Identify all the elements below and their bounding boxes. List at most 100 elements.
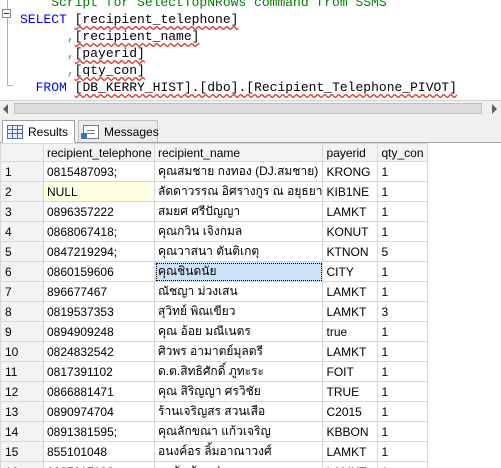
cell-payerid[interactable]: LAMKT [322, 441, 379, 462]
cell-recipient-name[interactable]: คุณวาสนา ตันติเกตุ [153, 241, 324, 262]
row-number[interactable]: 4 [0, 221, 44, 242]
cell-recipient-name[interactable]: คุณ อ้อย มณีเนตร [153, 321, 324, 342]
cell-payerid[interactable]: C2015 [322, 401, 379, 422]
cell-qty-con[interactable]: 1 [377, 261, 429, 282]
collapse-toggle-icon[interactable] [2, 9, 11, 18]
table-row[interactable]: 4 0868067418; คุณกวิน เจิงกมล KONUT 1 [0, 221, 429, 242]
row-number[interactable]: 14 [0, 421, 44, 442]
cell-recipient-name[interactable]: คุณชินดนัย [153, 261, 324, 282]
cell-payerid[interactable]: LAMKT [322, 201, 379, 222]
cell-recipient-telephone[interactable]: 0866881471 [43, 381, 155, 402]
row-number[interactable]: 1 [0, 161, 44, 182]
cell-recipient-telephone[interactable]: 0891381595; [43, 421, 155, 442]
cell-payerid[interactable]: CITY [322, 261, 379, 282]
cell-recipient-telephone[interactable]: 0817391102 [43, 361, 155, 382]
cell-recipient-name[interactable]: คุณ สิริญญา ศรวิชัย [153, 381, 324, 402]
cell-recipient-telephone[interactable]: 0896357222 [43, 201, 155, 222]
cell-recipient-name[interactable]: อรทัย รัตนปารุง [153, 461, 324, 468]
cell-recipient-name[interactable]: ร้านเจริญสร สวนเสือ [153, 401, 324, 422]
cell-qty-con[interactable]: 3 [377, 301, 429, 322]
scrollbar-thumb[interactable] [14, 103, 482, 114]
grid-corner[interactable] [0, 143, 44, 162]
cell-qty-con[interactable]: 1 [377, 461, 429, 468]
scroll-right-arrow-icon[interactable] [492, 104, 497, 114]
row-number[interactable]: 15 [0, 441, 44, 462]
cell-payerid[interactable]: KIB1NE [322, 181, 379, 202]
cell-recipient-name[interactable]: คุณกวิน เจิงกมล [153, 221, 324, 242]
cell-payerid[interactable]: LAMKT [322, 341, 379, 362]
cell-recipient-name[interactable]: ด.ต.สิทธิศักดิ์ ภูทะระ [153, 361, 324, 382]
table-row[interactable]: 15 855101048 อนงค์อร ลิ้มอาณาวงศ์ LAMKT 1 [0, 441, 429, 462]
cell-recipient-name[interactable]: ลัดดาวรรณ อิศรางกูร ณ อยุธยา [153, 181, 324, 202]
cell-recipient-telephone[interactable]: 0847219294; [43, 241, 155, 262]
cell-recipient-telephone[interactable]: 0868067418; [43, 221, 155, 242]
tab-results[interactable]: Results [2, 120, 75, 143]
table-row[interactable]: 2 NULL ลัดดาวรรณ อิศรางกูร ณ อยุธยา KIB1NE 1 [0, 181, 429, 202]
cell-recipient-telephone[interactable]: 0890974704 [43, 401, 155, 422]
results-grid[interactable]: recipient_telephone recipient_name payer… [0, 143, 429, 468]
row-number[interactable]: 11 [0, 361, 44, 382]
column-header-payerid[interactable]: payerid [322, 143, 379, 162]
row-number[interactable]: 13 [0, 401, 44, 422]
cell-payerid[interactable]: KTNON [322, 241, 379, 262]
row-number[interactable]: 7 [0, 281, 44, 302]
cell-recipient-telephone[interactable]: NULL [43, 181, 155, 202]
cell-qty-con[interactable]: 1 [377, 441, 429, 462]
row-number[interactable]: 8 [0, 301, 44, 322]
row-number[interactable]: 3 [0, 201, 44, 222]
column-header-qty-con[interactable]: qty_con [377, 143, 429, 162]
sql-code[interactable]: Script for SelectTopNRows command from S… [20, 0, 457, 96]
cell-payerid[interactable]: LAMKT [322, 281, 379, 302]
table-row[interactable]: 160837917198อรทัย รัตนปารุงLAMKT1 [0, 461, 429, 468]
row-number[interactable]: 6 [0, 261, 44, 282]
cell-qty-con[interactable]: 1 [377, 221, 429, 242]
row-number[interactable]: 9 [0, 321, 44, 342]
scroll-left-arrow-icon[interactable] [3, 104, 8, 114]
cell-payerid[interactable]: KRONG [322, 161, 379, 182]
cell-qty-con[interactable]: 5 [377, 241, 429, 262]
table-row[interactable]: 7 896677467 ณัชญา ม่วงเสน LAMKT 1 [0, 281, 429, 302]
cell-recipient-name[interactable]: ณัชญา ม่วงเสน [153, 281, 324, 302]
cell-qty-con[interactable]: 1 [377, 281, 429, 302]
table-row[interactable]: 3 0896357222 สมยศ ศรีปัญญา LAMKT 1 [0, 201, 429, 222]
cell-payerid[interactable]: KBBON [322, 421, 379, 442]
cell-recipient-name[interactable]: ศิวพร อามาตย์มุลตรี [153, 341, 324, 362]
cell-recipient-telephone[interactable]: 0860159606 [43, 261, 155, 282]
table-row[interactable]: 11 0817391102 ด.ต.สิทธิศักดิ์ ภูทะระ FOIT 1 [0, 361, 429, 382]
cell-qty-con[interactable]: 1 [377, 381, 429, 402]
cell-payerid[interactable]: FOIT [322, 361, 379, 382]
cell-recipient-name[interactable]: สุวิทย์ พิณเขียว [153, 301, 324, 322]
cell-qty-con[interactable]: 1 [377, 321, 429, 342]
cell-qty-con[interactable]: 1 [377, 181, 429, 202]
row-number[interactable]: 5 [0, 241, 44, 262]
table-row[interactable]: 12 0866881471 คุณ สิริญญา ศรวิชัย TRUE 1 [0, 381, 429, 402]
table-row[interactable]: 9 0894909248 คุณ อ้อย มณีเนตร true 1 [0, 321, 429, 342]
cell-payerid[interactable]: LAMKT [322, 461, 379, 468]
cell-recipient-name[interactable]: คุณสมชาย กงทอง (DJ.สมชาย) [153, 161, 324, 182]
cell-recipient-telephone[interactable]: 0819537353 [43, 301, 155, 322]
table-row[interactable]: 1 0815487093; คุณสมชาย กงทอง (DJ.สมชาย) KRO… [0, 161, 429, 182]
row-number[interactable]: 10 [0, 341, 44, 362]
cell-payerid[interactable]: true [322, 321, 379, 342]
results-grid-panel[interactable]: recipient_telephone recipient_name payer… [0, 143, 501, 468]
cell-recipient-name[interactable]: อนงค์อร ลิ้มอาณาวงศ์ [153, 441, 324, 462]
cell-recipient-telephone[interactable]: 896677467 [43, 281, 155, 302]
column-header-recipient-telephone[interactable]: recipient_telephone [43, 143, 155, 162]
table-row[interactable]: 6 0860159606 คุณชินดนัย CITY 1 [0, 261, 429, 282]
cell-qty-con[interactable]: 1 [377, 421, 429, 442]
tab-messages[interactable]: Messages [78, 120, 159, 142]
cell-payerid[interactable]: TRUE [322, 381, 379, 402]
cell-qty-con[interactable]: 1 [377, 341, 429, 362]
editor-horizontal-scrollbar[interactable] [0, 100, 501, 117]
table-row[interactable]: 5 0847219294; คุณวาสนา ตันติเกตุ KTNON 5 [0, 241, 429, 262]
table-row[interactable]: 13 0890974704 ร้านเจริญสร สวนเสือ C2015 1 [0, 401, 429, 422]
cell-qty-con[interactable]: 1 [377, 401, 429, 422]
cell-recipient-name[interactable]: สมยศ ศรีปัญญา [153, 201, 324, 222]
cell-qty-con[interactable]: 1 [377, 361, 429, 382]
cell-recipient-telephone[interactable]: 0837917198 [43, 461, 155, 468]
cell-recipient-name[interactable]: คุณลักขณา แก้วเจริญ [153, 421, 324, 442]
row-number[interactable]: 2 [0, 181, 44, 202]
table-row[interactable]: 8 0819537353 สุวิทย์ พิณเขียว LAMKT 3 [0, 301, 429, 322]
cell-recipient-telephone[interactable]: 0894909248 [43, 321, 155, 342]
cell-recipient-telephone[interactable]: 0824832542 [43, 341, 155, 362]
